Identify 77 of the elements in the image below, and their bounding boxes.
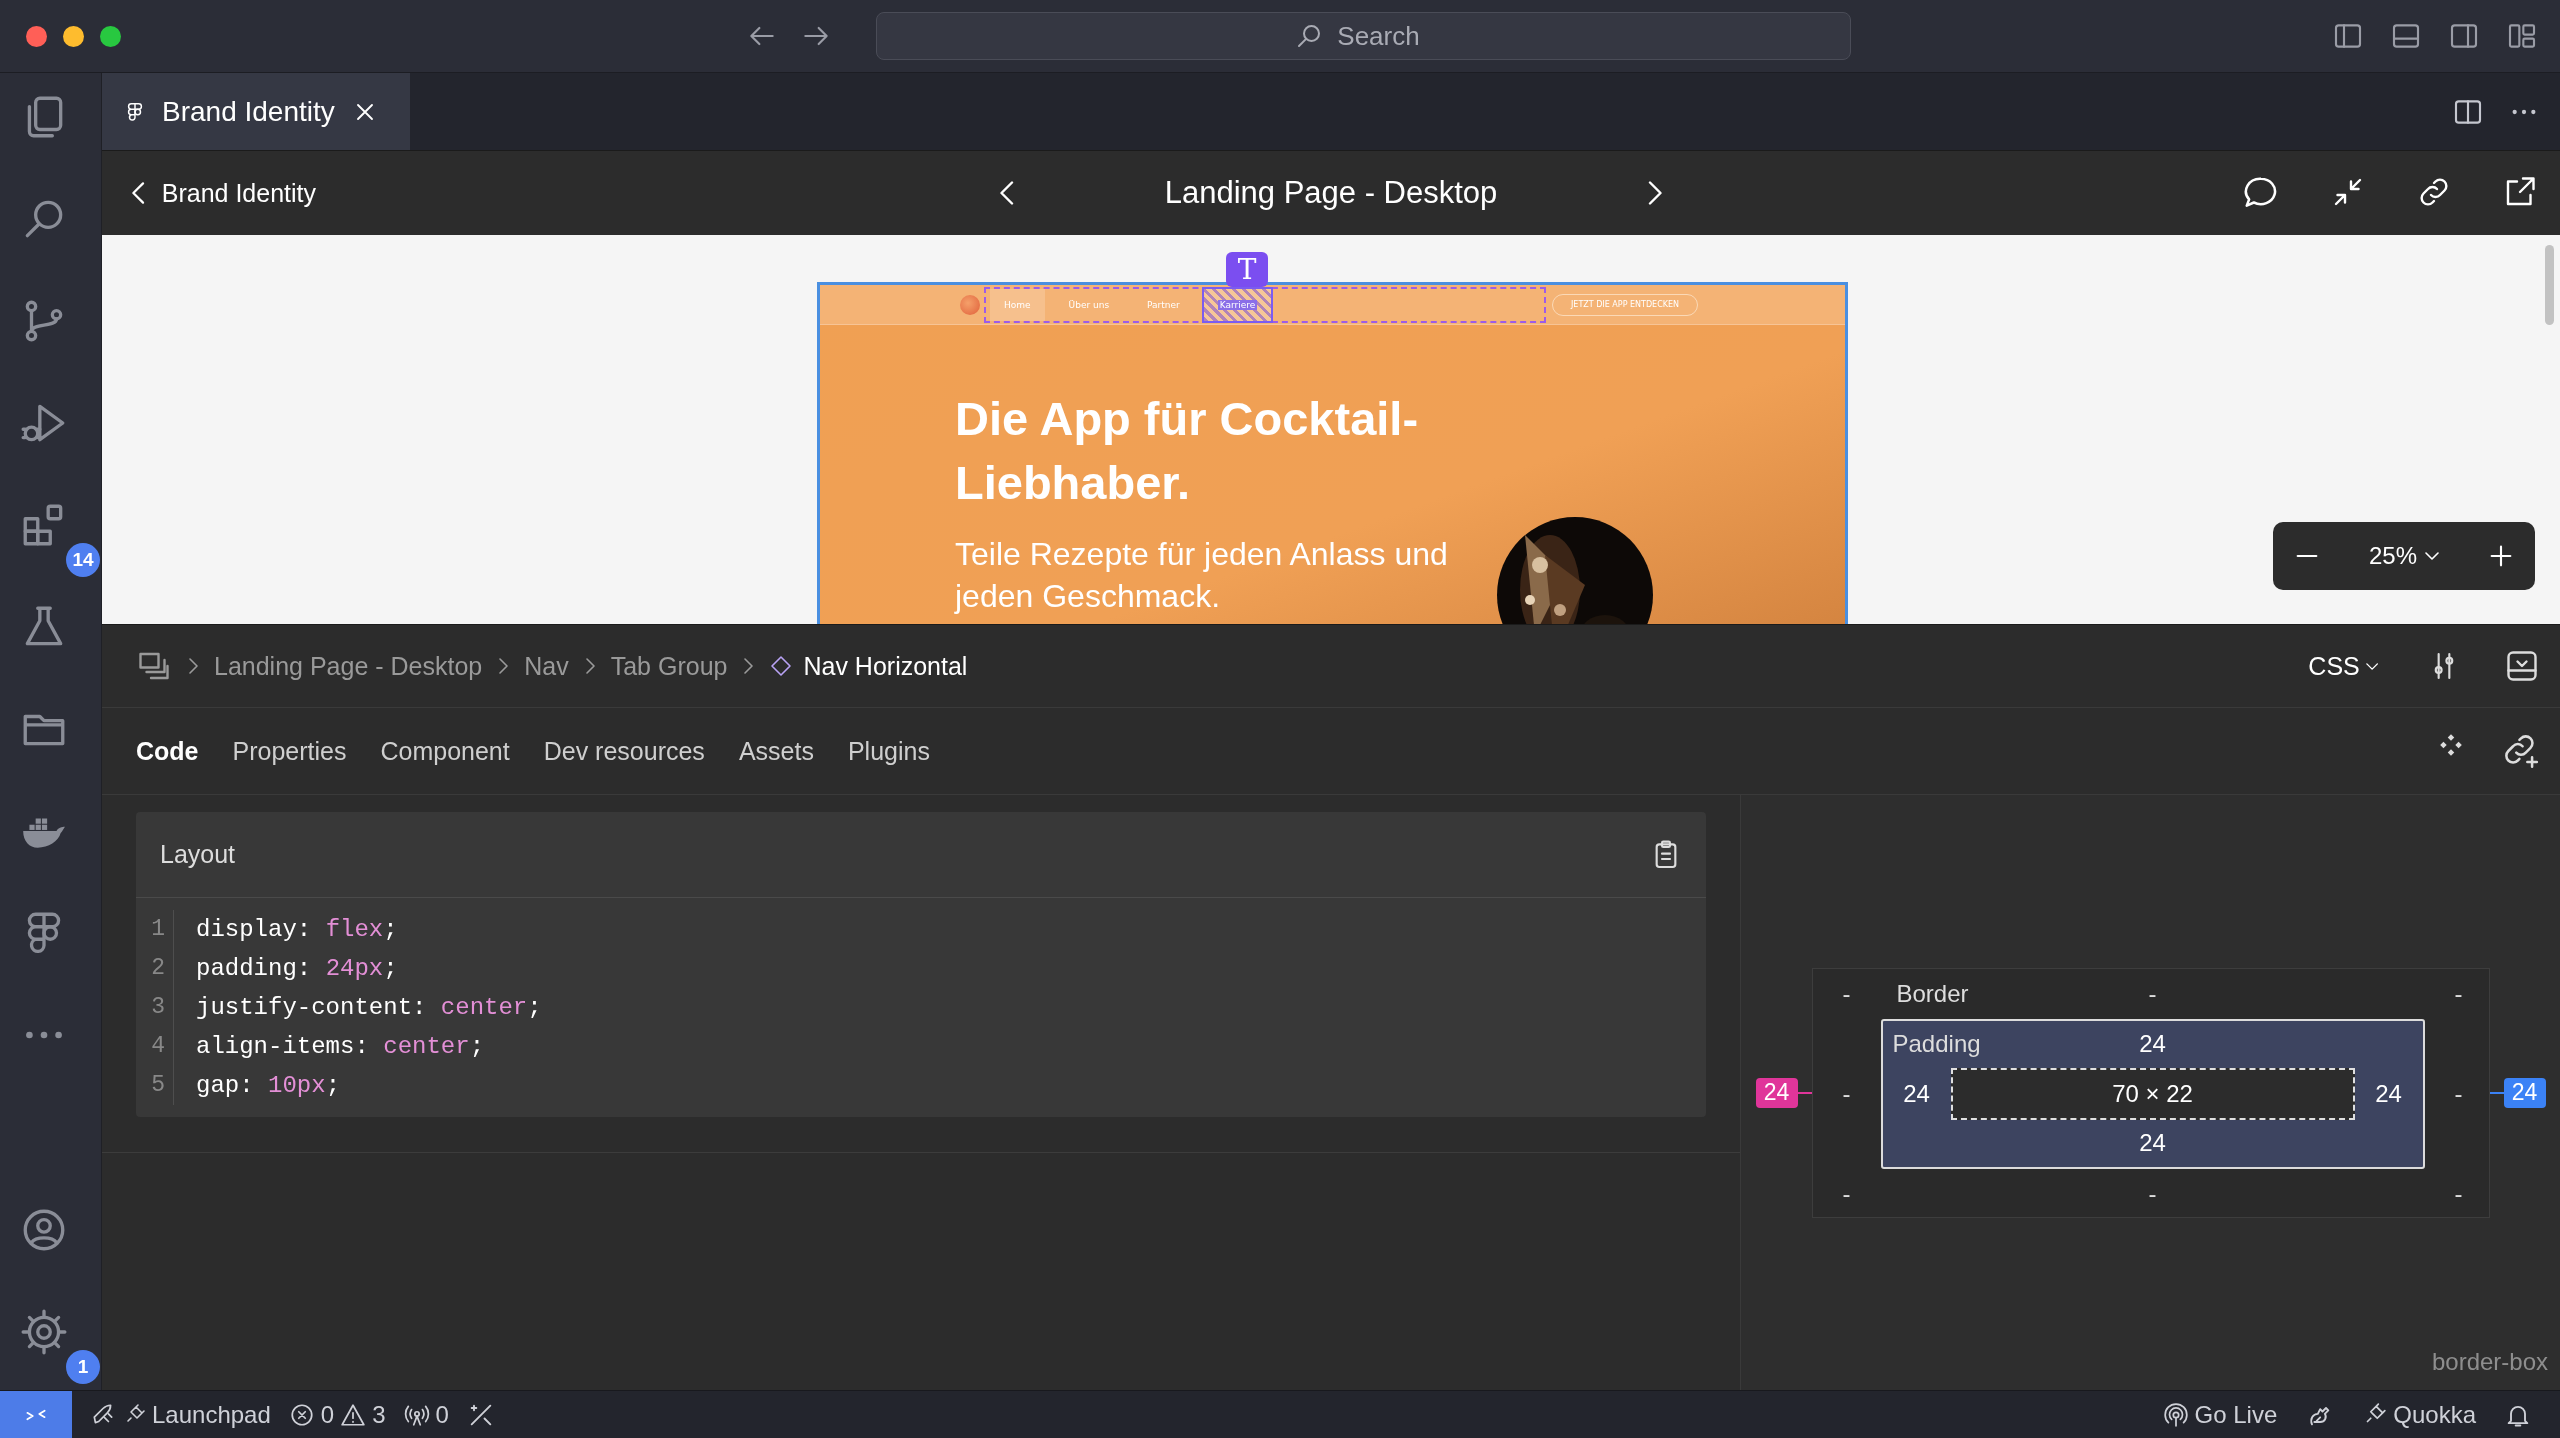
code-line: align-items: center; bbox=[196, 1032, 486, 1062]
chevron-right-icon bbox=[498, 658, 509, 674]
border-value: - bbox=[1842, 979, 1851, 1008]
code-line: gap: 10px; bbox=[196, 1071, 342, 1101]
padding-label: Padding bbox=[1892, 1030, 1982, 1058]
line-number: 1 bbox=[150, 915, 165, 944]
ports-item[interactable]: 0 bbox=[403, 1400, 449, 1429]
breadcrumb-item[interactable]: Landing Page - Desktop bbox=[214, 651, 483, 681]
zoom-dropdown[interactable]: 25% bbox=[2364, 538, 2443, 574]
card-title: Layout bbox=[160, 840, 236, 869]
maximize-window-button[interactable] bbox=[100, 25, 121, 47]
chevron-right-icon bbox=[743, 658, 754, 674]
padding-value: 24 bbox=[2139, 1129, 2166, 1157]
border-value: - bbox=[2148, 979, 2157, 1008]
frame-title: Landing Page - Desktop bbox=[1164, 175, 1498, 211]
border-value: - bbox=[2454, 1079, 2463, 1108]
radio-icon bbox=[2162, 1401, 2189, 1428]
headline: Die App für Cocktail-Liebhaber. bbox=[955, 391, 1420, 511]
margin-value: 24 bbox=[2503, 1077, 2546, 1108]
code-line: justify-content: center; bbox=[196, 993, 542, 1023]
error-icon bbox=[288, 1401, 315, 1428]
link-plus-icon[interactable] bbox=[2502, 732, 2540, 770]
border-value: - bbox=[1842, 1079, 1851, 1108]
inspect-tab[interactable]: Dev resources bbox=[543, 736, 705, 766]
component-icon[interactable] bbox=[2438, 732, 2464, 758]
inspect-tab[interactable]: Plugins bbox=[847, 736, 930, 766]
badge: 14 bbox=[66, 543, 100, 577]
panel-icon[interactable] bbox=[2504, 648, 2540, 684]
chevron-right-icon bbox=[188, 658, 198, 674]
nav-link[interactable]: Karriere bbox=[1203, 288, 1272, 321]
scrollbar[interactable] bbox=[2545, 245, 2554, 325]
line-number: 3 bbox=[150, 993, 165, 1022]
padding-value: 24 bbox=[2139, 1030, 2166, 1058]
previous-frame-icon[interactable] bbox=[999, 181, 1015, 205]
box-sizing-label: border-box bbox=[2431, 1348, 2548, 1376]
line-number: 2 bbox=[150, 954, 165, 983]
subtitle: Teile Rezepte für jeden Anlass und jeden Geschmack. bbox=[955, 535, 1449, 616]
close-window-button[interactable] bbox=[26, 25, 47, 47]
back-button[interactable]: Brand Identity bbox=[102, 177, 322, 209]
border-value: - bbox=[1842, 1179, 1851, 1208]
padding-value: 24 bbox=[2375, 1079, 2402, 1108]
chevron-left-icon bbox=[132, 182, 146, 204]
line-number: 4 bbox=[150, 1032, 165, 1061]
breadcrumb-item[interactable]: Nav Horizontal bbox=[769, 651, 968, 681]
inspect-tab[interactable]: Component bbox=[380, 736, 510, 766]
next-frame-icon[interactable] bbox=[1647, 181, 1663, 205]
text-layer-badge: T bbox=[1226, 252, 1268, 287]
problems-item[interactable]: 0 3 bbox=[288, 1400, 386, 1429]
logo-icon bbox=[960, 294, 980, 315]
launchpad-item[interactable]: Launchpad bbox=[90, 1400, 271, 1429]
code-line: padding: 24px; bbox=[196, 954, 399, 984]
warning-icon bbox=[340, 1401, 367, 1428]
inspect-tab[interactable]: Assets bbox=[738, 736, 814, 766]
border-value: - bbox=[2148, 1179, 2157, 1208]
inspect-tab[interactable]: Properties bbox=[232, 736, 347, 766]
badge: 1 bbox=[66, 1350, 100, 1384]
padding-value: 24 bbox=[1903, 1079, 1930, 1108]
border-label: Border bbox=[1895, 979, 1970, 1008]
code-line: display: flex; bbox=[196, 915, 399, 945]
border-value: - bbox=[2454, 1179, 2463, 1208]
component-icon bbox=[769, 654, 794, 678]
line-number: 5 bbox=[150, 1071, 165, 1100]
chevron-down-icon bbox=[2425, 552, 2439, 560]
search-field[interactable]: Search bbox=[876, 12, 1851, 60]
go-live-item[interactable]: Go Live bbox=[2162, 1400, 2278, 1429]
quokka-item[interactable]: Quokka bbox=[2361, 1400, 2476, 1429]
minimize-window-button[interactable] bbox=[63, 25, 84, 47]
content-size: 70 × 22 bbox=[1950, 1067, 2355, 1120]
border-value: - bbox=[2454, 979, 2463, 1008]
chevron-right-icon bbox=[584, 658, 595, 674]
editor-tab[interactable]: Brand Identity bbox=[102, 73, 410, 150]
language-dropdown[interactable]: CSS bbox=[2302, 650, 2384, 682]
chevron-down-icon bbox=[2365, 662, 2378, 670]
inspect-tab[interactable]: Code bbox=[136, 736, 199, 766]
breadcrumb-item[interactable]: Nav bbox=[524, 651, 569, 681]
breadcrumb-item[interactable]: Tab Group bbox=[610, 651, 728, 681]
margin-value: 24 bbox=[1755, 1077, 1798, 1108]
